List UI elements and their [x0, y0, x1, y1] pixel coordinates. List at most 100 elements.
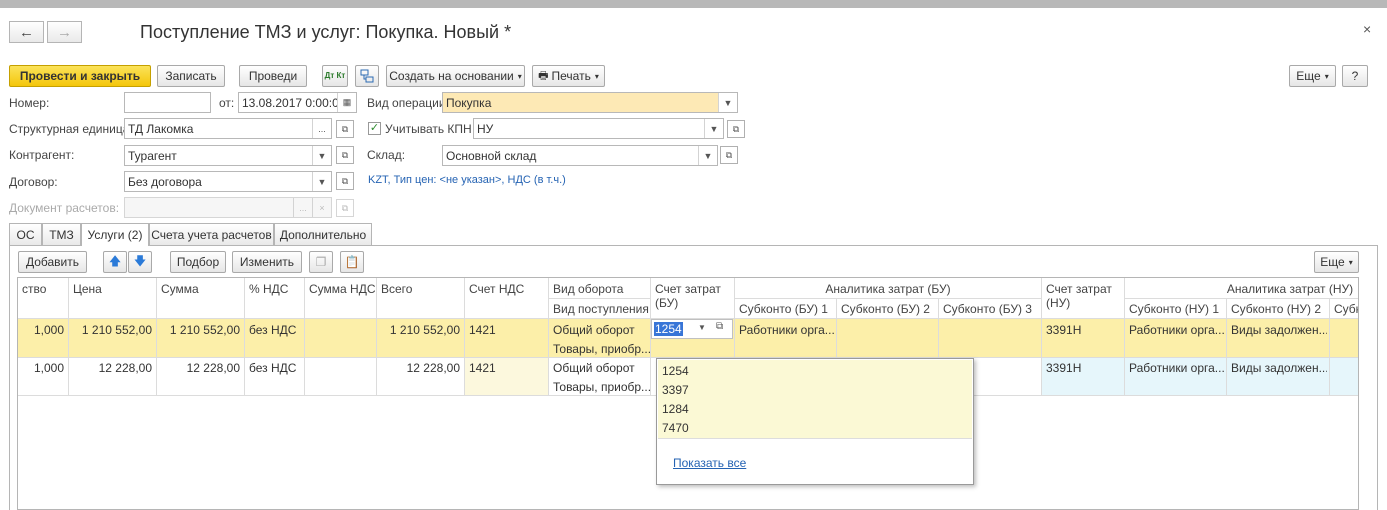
dropdown-item[interactable]: 1284 — [662, 402, 689, 416]
calendar-icon[interactable]: ▦ — [337, 93, 356, 112]
kpn-checkbox[interactable]: ✓ — [368, 122, 381, 135]
post-and-close-button[interactable]: Провести и закрыть — [9, 65, 151, 87]
tab-services[interactable]: Услуги (2) — [81, 223, 149, 246]
pick-button[interactable]: Подбор — [170, 251, 226, 273]
cell-price[interactable]: 1 210 552,00 — [68, 320, 156, 340]
open-icon[interactable]: ⧉ — [727, 120, 745, 138]
copy-row-button[interactable]: ❐ — [309, 251, 333, 273]
col-header-cost-acc-bu[interactable]: Счет затрат (БУ) — [651, 279, 733, 313]
date-field[interactable]: 13.08.2017 0:00:00 ▦ — [238, 92, 357, 113]
open-icon[interactable]: ⧉ — [336, 120, 354, 138]
unit-field[interactable]: ТД Лакомка... — [124, 118, 332, 139]
tab-tmz[interactable]: ТМЗ — [42, 223, 81, 245]
col-header-analytics-bu[interactable]: Аналитика затрат (БУ) — [735, 279, 1041, 299]
show-all-link[interactable]: Показать все — [673, 456, 746, 470]
save-button[interactable]: Записать — [157, 65, 225, 87]
post-button[interactable]: Проведи — [239, 65, 307, 87]
help-button[interactable]: ? — [1342, 65, 1368, 87]
add-row-button[interactable]: Добавить — [18, 251, 87, 273]
col-header-turnover[interactable]: Вид оборота — [549, 279, 627, 299]
cell-total[interactable]: 12 228,00 — [376, 358, 464, 378]
cell-vat-sum[interactable] — [305, 358, 313, 364]
cell-cost-acc-nu[interactable]: 3391Н — [1042, 358, 1085, 378]
col-header-sum[interactable]: Сумма — [157, 279, 203, 299]
ellipsis-icon[interactable]: ... — [312, 119, 331, 138]
more-button[interactable]: Еще ▾ — [1289, 65, 1336, 87]
col-header-vat-sum[interactable]: Сумма НДС — [305, 279, 380, 299]
open-icon[interactable]: ⧉ — [716, 321, 723, 332]
dropdown-item[interactable]: 1254 — [662, 364, 689, 378]
cell-sub-nu1[interactable]: Работники орга... — [1125, 358, 1225, 378]
col-header-receipt[interactable]: Вид поступления — [549, 299, 653, 319]
col-header-vat-account[interactable]: Счет НДС — [465, 279, 528, 299]
cell-vat-account[interactable]: 1421 — [465, 320, 500, 340]
close-icon[interactable]: × — [1363, 21, 1371, 37]
back-button[interactable]: ← — [9, 21, 44, 43]
col-header-sub-bu1[interactable]: Субконто (БУ) 1 — [735, 299, 832, 319]
operation-select[interactable]: Покупка ▼ — [442, 92, 738, 113]
col-header-cost-acc-nu[interactable]: Счет затрат (НУ) — [1042, 279, 1124, 313]
tab-os[interactable]: ОС — [9, 223, 42, 245]
number-field[interactable] — [124, 92, 211, 113]
chevron-down-icon[interactable]: ▼ — [704, 119, 723, 138]
col-header-analytics-nu[interactable]: Аналитика затрат (НУ) — [1125, 279, 1358, 299]
cell-turnover[interactable]: Общий оборот — [549, 320, 639, 340]
open-icon[interactable]: ⧉ — [336, 172, 354, 190]
create-based-on-button[interactable]: Создать на основании ▾ — [386, 65, 525, 87]
kpn-select[interactable]: НУ ▼ — [473, 118, 724, 139]
move-down-button[interactable]: 🡇 — [128, 251, 152, 273]
warehouse-field[interactable]: Основной склад ▼ — [442, 145, 718, 166]
dt-kt-button[interactable]: Дт Кт — [322, 65, 348, 87]
cell-sub-nu2[interactable]: Виды задолжен... — [1227, 320, 1327, 340]
cost-account-editor[interactable]: 1254 ▼ ⧉ — [651, 319, 733, 339]
tab-settlement-accounts[interactable]: Счета учета расчетов — [149, 223, 274, 245]
cell-price[interactable]: 12 228,00 — [68, 358, 156, 378]
tab-additional[interactable]: Дополнительно — [274, 223, 372, 245]
move-up-button[interactable]: 🡅 — [103, 251, 127, 273]
chevron-down-icon[interactable]: ▼ — [698, 323, 706, 332]
col-header-sub-bu2[interactable]: Субконто (БУ) 2 — [837, 299, 934, 319]
col-header-sub-nu2[interactable]: Субконто (НУ) 2 — [1227, 299, 1325, 319]
col-header-sub-nu1[interactable]: Субконто (НУ) 1 — [1125, 299, 1223, 319]
cell-turnover[interactable]: Общий оборот — [549, 358, 639, 378]
grid-more-button[interactable]: Еще ▾ — [1314, 251, 1359, 273]
cell-sum[interactable]: 12 228,00 — [156, 358, 244, 378]
cell-sub-nu1[interactable]: Работники орга... — [1125, 320, 1225, 340]
price-settings-link[interactable]: KZT, Тип цен: <не указан>, НДС (в т.ч.) — [368, 174, 566, 186]
cell-sub-nu2[interactable]: Виды задолжен... — [1227, 358, 1327, 378]
cell-vat-pct[interactable]: без НДС — [245, 358, 300, 378]
col-header-vat-pct[interactable]: % НДС — [245, 279, 292, 299]
cell-qty[interactable]: 1,000 — [18, 320, 68, 340]
chevron-down-icon[interactable]: ▼ — [698, 146, 717, 165]
open-icon[interactable]: ⧉ — [336, 146, 354, 164]
col-header-sub-bu3[interactable]: Субконто (БУ) 3 — [939, 299, 1036, 319]
contract-field[interactable]: Без договора ▼ — [124, 171, 332, 192]
print-button[interactable]: 🖶 Печать ▾ — [532, 65, 605, 87]
dropdown-item[interactable]: 3397 — [662, 383, 689, 397]
cell-vat-pct[interactable]: без НДС — [245, 320, 300, 340]
col-header-sub-nu3[interactable]: Субко — [1330, 299, 1358, 319]
cell-receipt[interactable]: Товары, приобр... — [549, 377, 655, 397]
col-header-price[interactable]: Цена — [69, 279, 106, 299]
cell-total[interactable]: 1 210 552,00 — [376, 320, 464, 340]
cell-vat-account[interactable]: 1421 — [465, 358, 500, 378]
change-button[interactable]: Изменить — [232, 251, 302, 273]
dropdown-item[interactable]: 7470 — [662, 421, 689, 435]
forward-button[interactable]: → — [47, 21, 82, 43]
cell-qty[interactable]: 1,000 — [18, 358, 68, 378]
open-icon[interactable]: ⧉ — [720, 146, 738, 164]
paste-button[interactable]: 📋 — [340, 251, 364, 273]
cell-sub-bu1[interactable]: Работники орга... — [735, 320, 835, 340]
cell-cost-acc-nu[interactable]: 3391Н — [1042, 320, 1085, 340]
chevron-down-icon[interactable]: ▼ — [718, 93, 737, 112]
col-header-total[interactable]: Всего — [377, 279, 416, 299]
contractor-field[interactable]: Турагент ▼ — [124, 145, 332, 166]
col-header-qty[interactable]: ство — [18, 279, 50, 299]
cell-vat-sum[interactable] — [305, 320, 313, 326]
chevron-down-icon[interactable]: ▼ — [312, 172, 331, 191]
cost-account-input[interactable]: 1254 — [654, 322, 683, 336]
cell-receipt[interactable]: Товары, приобр... — [549, 339, 655, 359]
chevron-down-icon[interactable]: ▼ — [312, 146, 331, 165]
structure-button[interactable] — [355, 65, 379, 87]
cell-sum[interactable]: 1 210 552,00 — [156, 320, 244, 340]
